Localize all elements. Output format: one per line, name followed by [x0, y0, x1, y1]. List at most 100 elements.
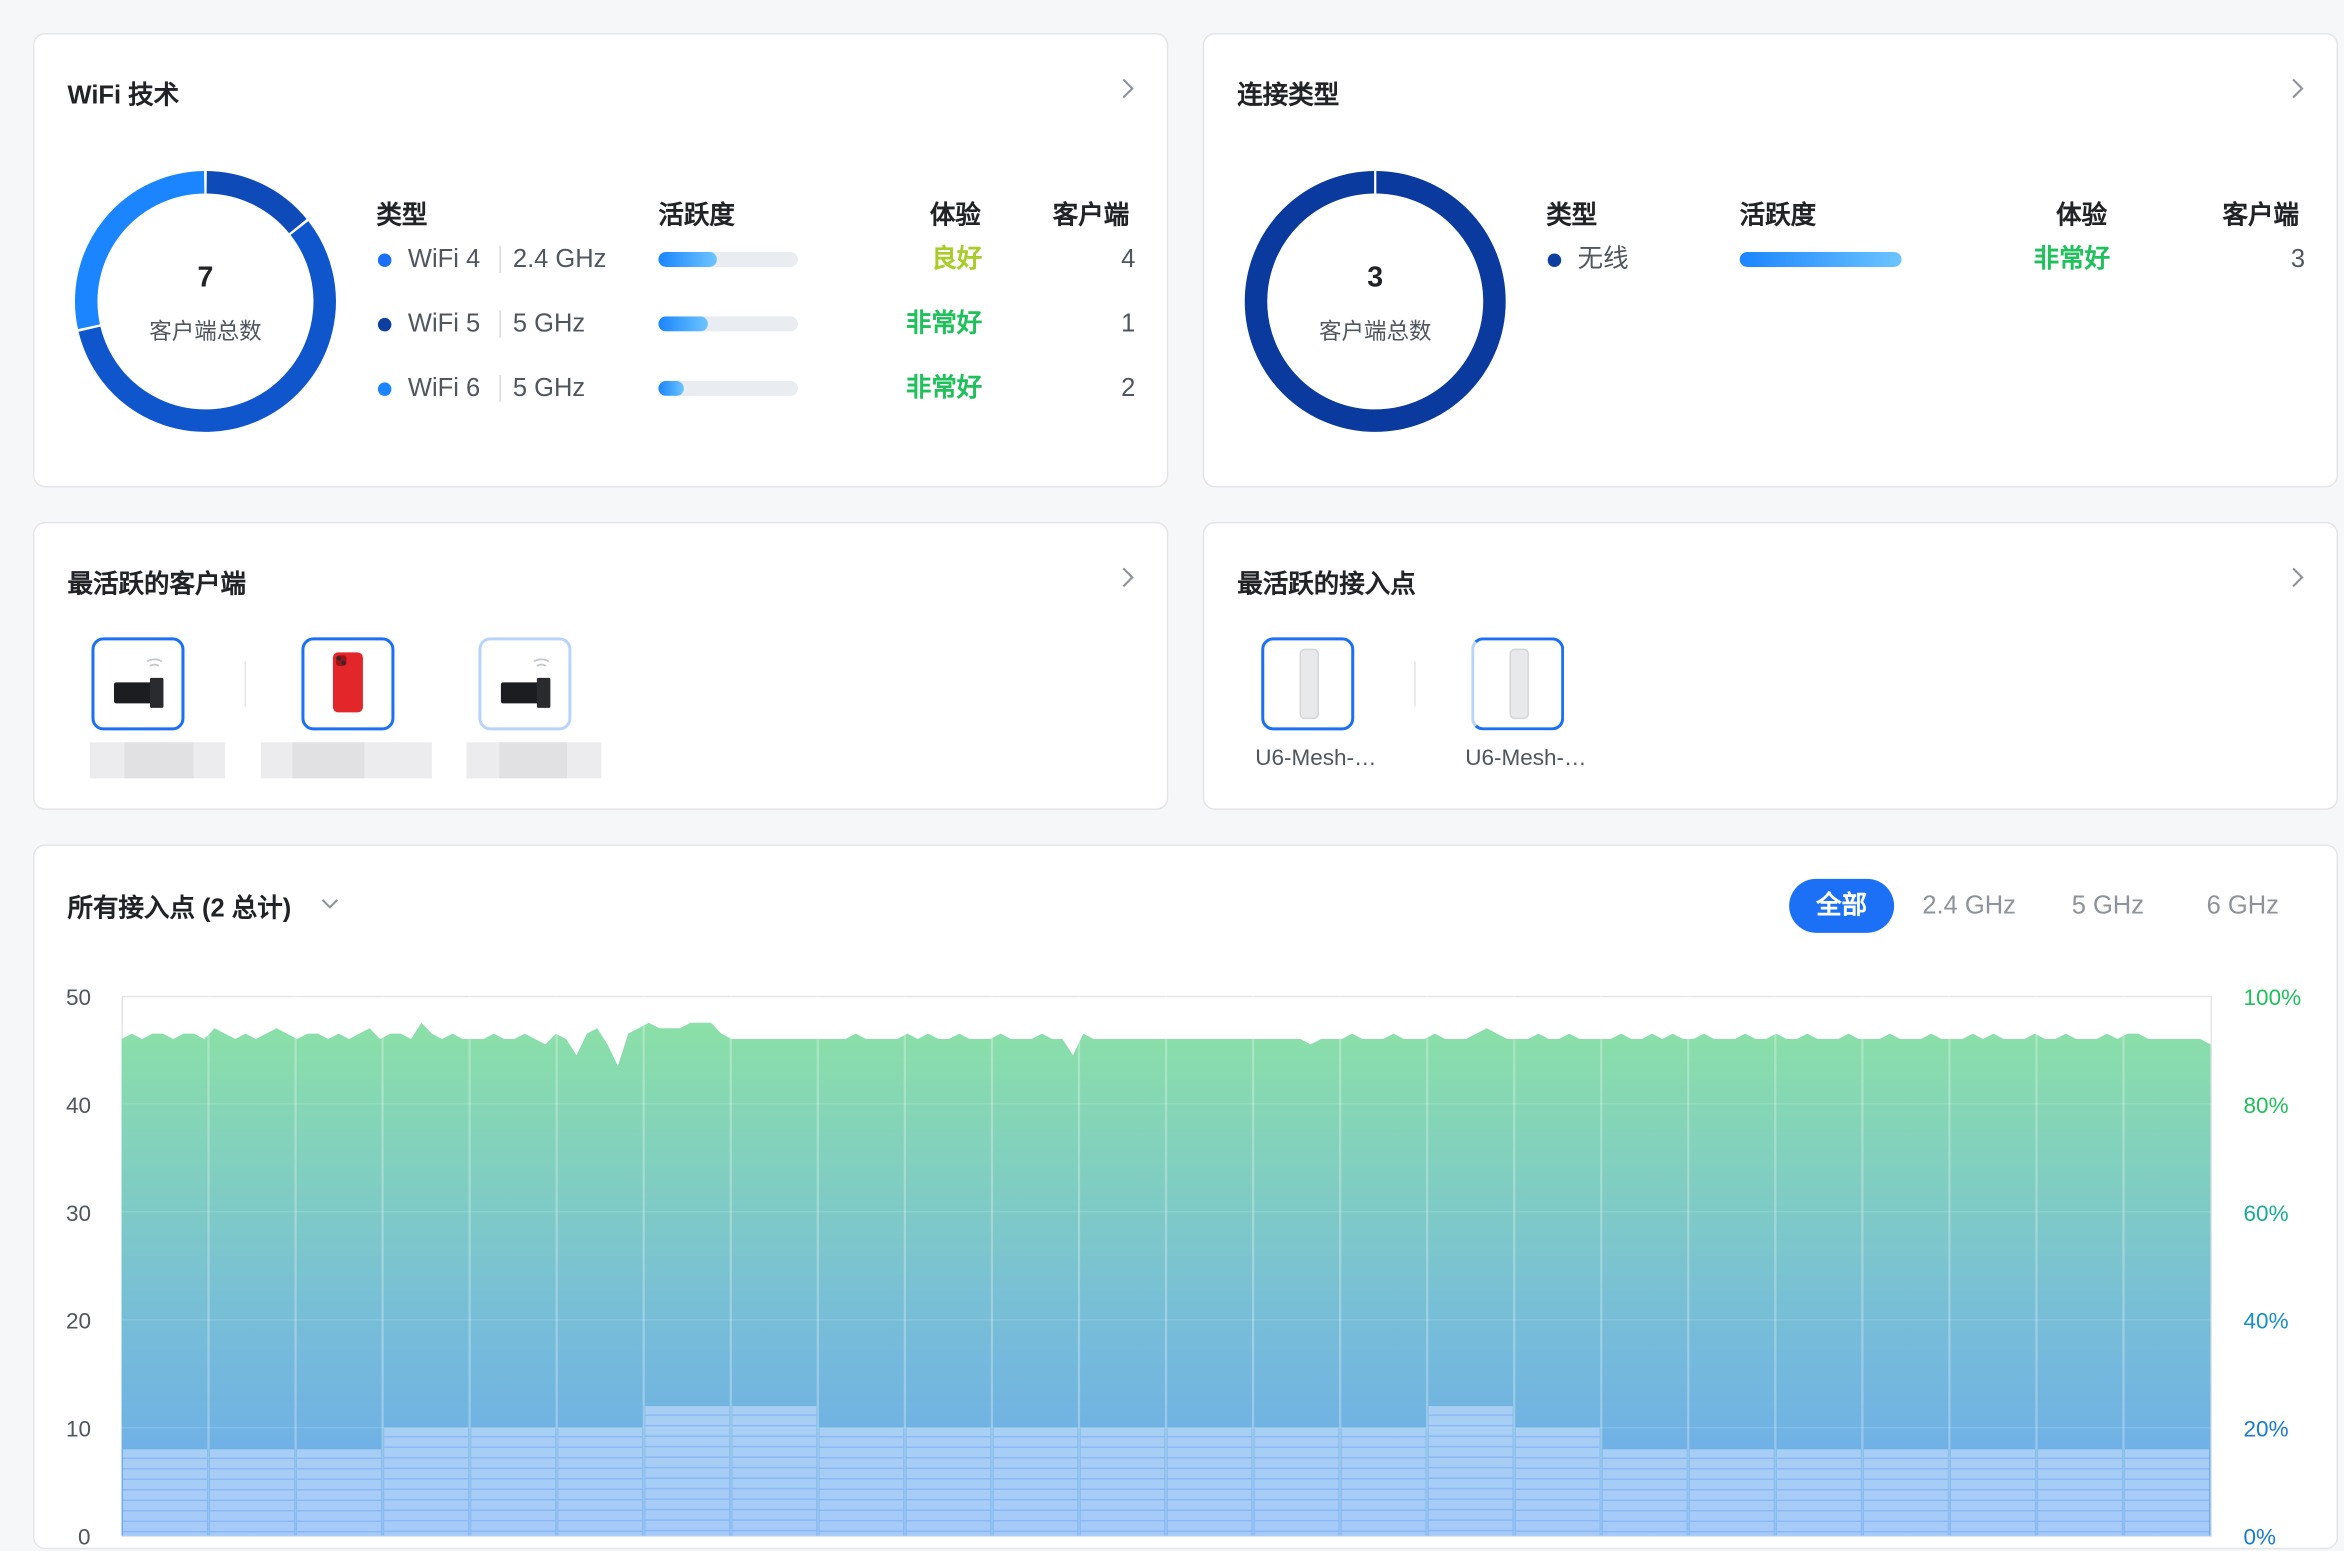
client-bar: [558, 1427, 643, 1536]
col-experience-header: 体验: [2056, 200, 2108, 230]
client-bar: [297, 1449, 382, 1536]
client-bar: [122, 1449, 208, 1536]
chevron-right-icon[interactable]: [2286, 565, 2310, 589]
activity-bar-fill: [658, 316, 708, 332]
top-aps-card: 最活跃的接入点 U6-Mesh-… U6-Mesh-…: [1202, 521, 2339, 810]
client-bar: [1602, 1449, 1687, 1536]
connection-type-total: 3 客户端总数: [1243, 169, 1507, 433]
wifi-tech-title: WiFi 技术: [67, 80, 180, 110]
client-bar: [384, 1427, 469, 1536]
client-bar: [993, 1427, 1078, 1536]
divider: [499, 310, 501, 338]
connection-type-card: 连接类型 3 客户端总数 类型 活跃度 体验 客户端 无线 非常好 3: [1202, 32, 2339, 488]
divider: [499, 245, 501, 273]
connection-type-name: 无线: [1577, 244, 1629, 273]
client-bar: [1254, 1427, 1339, 1536]
redacted-client-name: [292, 742, 365, 779]
activity-bar-fill: [1739, 251, 1902, 267]
ap-device-1[interactable]: [1261, 637, 1355, 731]
y2-tick-label: 40%: [2243, 1309, 2289, 1335]
band-tab-all[interactable]: 全部: [1789, 878, 1895, 933]
redacted-client-name: [499, 742, 567, 779]
top-clients-title: 最活跃的客户端: [67, 569, 246, 599]
client-count: 3: [2290, 244, 2306, 273]
legend-dot: [1547, 253, 1562, 267]
activity-bar: [1739, 251, 1902, 267]
y-tick-label: 10: [65, 1417, 92, 1443]
all-aps-card: 所有接入点 (2 总计) 全部 2.4 GHz 5 GHz 6 GHz 50 4…: [32, 844, 2339, 1551]
access-point-icon: [1509, 648, 1529, 720]
wifi-standard: WiFi 4: [407, 244, 481, 273]
col-clients-header: 客户端: [1052, 200, 1130, 230]
chevron-right-icon[interactable]: [2286, 76, 2310, 100]
y-tick-label: 30: [65, 1201, 92, 1227]
legend-dot: [377, 253, 392, 267]
band-tab-6ghz[interactable]: 6 GHz: [2179, 879, 2306, 933]
divider: [499, 374, 501, 402]
chevron-down-icon[interactable]: [319, 894, 340, 915]
y-tick-label: 50: [65, 985, 92, 1011]
client-bar: [1776, 1449, 1861, 1536]
wifi-tech-card: WiFi 技术 7 客户端总数 类型 活跃度 体验 客户端 WiFi 4 2.4…: [32, 32, 1169, 488]
y2-tick-label: 20%: [2243, 1417, 2289, 1443]
ap-device-2[interactable]: [1471, 637, 1565, 731]
device-divider: [1414, 661, 1416, 707]
chevron-right-icon[interactable]: [1116, 565, 1140, 589]
col-activity-header: 活跃度: [1739, 200, 1817, 230]
client-device-3[interactable]: [478, 637, 572, 731]
top-clients-card: 最活跃的客户端: [32, 521, 1169, 810]
client-bar: [1167, 1427, 1252, 1536]
red-phone-icon: [332, 652, 363, 713]
band-tab-5ghz[interactable]: 5 GHz: [2044, 879, 2171, 933]
client-count: 1: [1121, 308, 1136, 338]
activity-bar: [658, 380, 798, 396]
y-tick-label: 20: [65, 1309, 92, 1335]
client-bar: [210, 1449, 295, 1536]
chevron-right-icon[interactable]: [1116, 76, 1140, 100]
connection-type-title: 连接类型: [1237, 80, 1340, 110]
usb-wifi-adapter-icon: [113, 658, 164, 708]
col-experience-header: 体验: [929, 200, 981, 230]
client-bar: [1863, 1449, 1948, 1536]
activity-bar: [658, 316, 798, 332]
y-tick-label: 0: [77, 1525, 91, 1551]
total-clients-label: 客户端总数: [1318, 319, 1432, 345]
access-point-icon: [1299, 648, 1319, 720]
activity-bar-fill: [658, 380, 684, 396]
wifi-standard: WiFi 6: [407, 373, 481, 402]
col-type-header: 类型: [376, 200, 428, 230]
all-aps-title[interactable]: 所有接入点 (2 总计): [67, 886, 340, 923]
col-activity-header: 活跃度: [658, 200, 735, 230]
wifi-row-wifi4[interactable]: WiFi 4 2.4 GHz 良好 4: [34, 241, 1166, 277]
client-bar: [2037, 1449, 2123, 1536]
client-device-1[interactable]: [91, 637, 185, 731]
y2-tick-label: 100%: [2243, 985, 2302, 1011]
experience-value: 非常好: [905, 373, 983, 402]
connection-row-wireless[interactable]: 无线 非常好 3: [1204, 241, 2336, 277]
wifi-standard: WiFi 5: [407, 308, 481, 338]
y2-tick-label: 60%: [2243, 1201, 2289, 1227]
band-tab-2-4ghz[interactable]: 2.4 GHz: [1909, 879, 2029, 933]
ap-name: U6-Mesh-…: [1465, 745, 1587, 771]
wifi-band: 5 GHz: [512, 373, 586, 402]
redacted-client-name: [124, 742, 194, 779]
wifi-row-wifi5[interactable]: WiFi 5 5 GHz 非常好 1: [34, 306, 1166, 342]
legend-dot: [377, 317, 392, 332]
device-divider: [244, 661, 246, 707]
ap-name: U6-Mesh-…: [1255, 745, 1377, 771]
client-count: 4: [1121, 244, 1136, 273]
wifi-band: 5 GHz: [512, 308, 586, 338]
legend-dot: [377, 382, 392, 396]
client-bar: [1515, 1427, 1600, 1536]
client-bar: [1950, 1449, 2035, 1536]
client-bar: [906, 1427, 991, 1536]
client-bar: [1689, 1449, 1774, 1536]
wifi-row-wifi6[interactable]: WiFi 6 5 GHz 非常好 2: [34, 370, 1166, 406]
y2-tick-label: 80%: [2243, 1093, 2289, 1119]
activity-bar-fill: [658, 251, 717, 267]
client-device-2[interactable]: [301, 637, 395, 731]
col-clients-header: 客户端: [2222, 200, 2300, 230]
y-tick-label: 40: [65, 1093, 92, 1119]
client-bar: [819, 1427, 904, 1536]
client-bar: [1341, 1427, 1426, 1536]
